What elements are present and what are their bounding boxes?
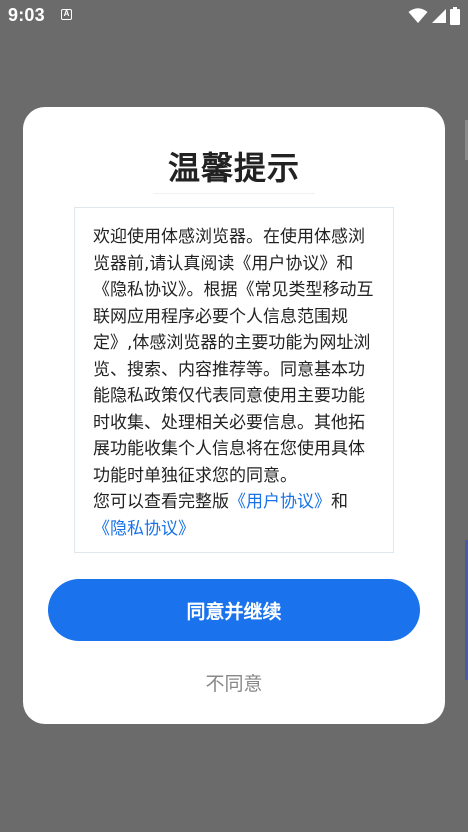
status-icons	[408, 6, 460, 26]
status-time: 9:03	[8, 5, 45, 25]
user-agreement-link[interactable]: 《用户协议》	[229, 492, 331, 512]
view-full-line: 您可以查看完整版《用户协议》和《隐私协议》	[93, 489, 381, 542]
agree-continue-button[interactable]: 同意并继续	[48, 579, 420, 641]
title-divider	[153, 193, 315, 194]
privacy-dialog: 温馨提示 欢迎使用体感浏览器。在使用体感浏览器前,请认真阅读《用户协议》和《隐私…	[23, 107, 445, 724]
status-bar: 9:03 A	[0, 0, 468, 34]
privacy-agreement-link[interactable]: 《隐私协议》	[93, 519, 195, 539]
and-text: 和	[331, 492, 348, 512]
wifi-icon	[408, 8, 428, 23]
disagree-button[interactable]: 不同意	[174, 664, 294, 700]
signal-icon	[432, 9, 446, 23]
dialog-title: 温馨提示	[167, 149, 300, 187]
privacy-content-box[interactable]: 欢迎使用体感浏览器。在使用体感浏览器前,请认真阅读《用户协议》和《隐私协议》。根…	[74, 207, 394, 553]
battery-icon	[450, 7, 460, 25]
privacy-text: 欢迎使用体感浏览器。在使用体感浏览器前,请认真阅读《用户协议》和《隐私协议》。根…	[93, 227, 374, 486]
view-prefix: 您可以查看完整版	[93, 492, 229, 512]
notification-a-icon: A	[61, 9, 72, 20]
